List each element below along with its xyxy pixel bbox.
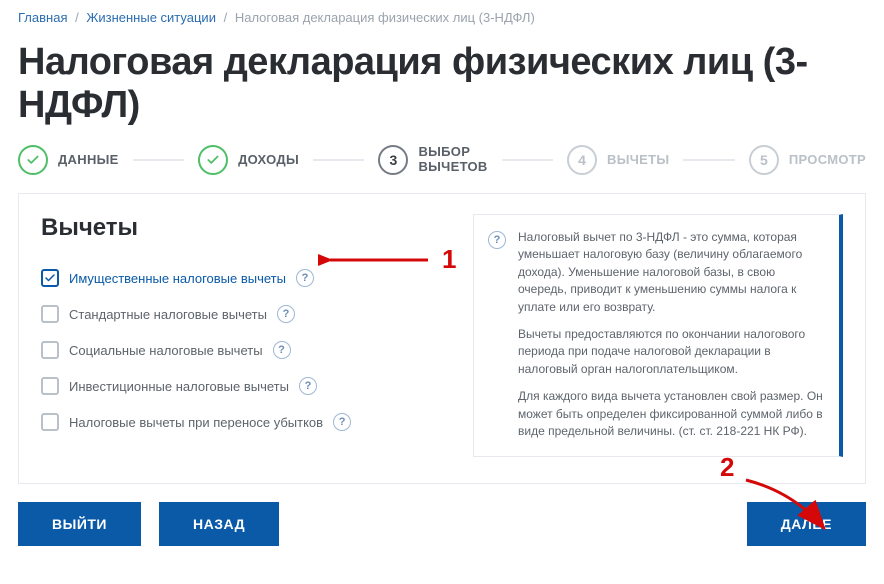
help-icon[interactable]: ? (296, 269, 314, 287)
checkbox[interactable] (41, 341, 59, 359)
step-label: ДОХОДЫ (238, 153, 299, 168)
checkbox-label[interactable]: Социальные налоговые вычеты (69, 343, 263, 358)
step-number: 3 (378, 145, 408, 175)
help-icon[interactable]: ? (299, 377, 317, 395)
deduction-property: Имущественные налоговые вычеты ? (41, 260, 445, 296)
step-connector (502, 159, 553, 161)
breadcrumb: Главная / Жизненные ситуации / Налоговая… (0, 0, 884, 31)
deductions-list: Вычеты Имущественные налоговые вычеты ? … (41, 214, 445, 457)
info-paragraph: Вычеты предоставляются по окончании нало… (518, 326, 823, 378)
breadcrumb-current: Налоговая декларация физических лиц (3-Н… (235, 10, 535, 25)
page-title: Налоговая декларация физических лиц (3-Н… (0, 31, 884, 145)
checkbox[interactable] (41, 269, 59, 287)
step-data[interactable]: ДАННЫЕ (18, 145, 119, 175)
main-panel: Вычеты Имущественные налоговые вычеты ? … (18, 193, 866, 484)
checkbox-label[interactable]: Стандартные налоговые вычеты (69, 307, 267, 322)
breadcrumb-home[interactable]: Главная (18, 10, 67, 25)
check-icon (18, 145, 48, 175)
info-icon: ? (488, 231, 506, 249)
breadcrumb-sep: / (224, 10, 228, 25)
step-label: ДАННЫЕ (58, 153, 119, 168)
help-icon[interactable]: ? (277, 305, 295, 323)
checkbox[interactable] (41, 305, 59, 323)
step-deductions[interactable]: 4 ВЫЧЕТЫ (567, 145, 669, 175)
step-connector (313, 159, 364, 161)
next-button[interactable]: ДАЛЕЕ (747, 502, 866, 546)
step-deduction-choice[interactable]: 3 ВЫБОР ВЫЧЕТОВ (378, 145, 487, 175)
deduction-loss-carryover: Налоговые вычеты при переносе убытков ? (41, 404, 445, 440)
step-income[interactable]: ДОХОДЫ (198, 145, 299, 175)
spacer (297, 502, 729, 546)
deduction-investment: Инвестиционные налоговые вычеты ? (41, 368, 445, 404)
info-text: Налоговый вычет по 3-НДФЛ - это сумма, к… (518, 229, 823, 440)
deduction-social: Социальные налоговые вычеты ? (41, 332, 445, 368)
info-paragraph: Налоговый вычет по 3-НДФЛ - это сумма, к… (518, 229, 823, 316)
section-title: Вычеты (41, 214, 445, 242)
check-icon (198, 145, 228, 175)
step-connector (683, 159, 734, 161)
step-number: 4 (567, 145, 597, 175)
checkbox[interactable] (41, 377, 59, 395)
step-preview[interactable]: 5 ПРОСМОТР (749, 145, 866, 175)
step-connector (133, 159, 184, 161)
help-icon[interactable]: ? (333, 413, 351, 431)
breadcrumb-situations[interactable]: Жизненные ситуации (86, 10, 216, 25)
exit-button[interactable]: ВЫЙТИ (18, 502, 141, 546)
checkbox[interactable] (41, 413, 59, 431)
info-panel: ? Налоговый вычет по 3-НДФЛ - это сумма,… (473, 214, 843, 457)
info-card: ? Налоговый вычет по 3-НДФЛ - это сумма,… (473, 214, 843, 457)
step-label: ВЫЧЕТЫ (607, 153, 669, 168)
checkbox-label[interactable]: Налоговые вычеты при переносе убытков (69, 415, 323, 430)
back-button[interactable]: НАЗАД (159, 502, 279, 546)
step-label: ВЫБОР ВЫЧЕТОВ (418, 145, 487, 175)
info-paragraph: Для каждого вида вычета установлен свой … (518, 388, 823, 440)
step-label: ПРОСМОТР (789, 153, 866, 168)
checkbox-label[interactable]: Имущественные налоговые вычеты (69, 271, 286, 286)
deduction-standard: Стандартные налоговые вычеты ? (41, 296, 445, 332)
step-number: 5 (749, 145, 779, 175)
breadcrumb-sep: / (75, 10, 79, 25)
help-icon[interactable]: ? (273, 341, 291, 359)
button-bar: ВЫЙТИ НАЗАД ДАЛЕЕ (18, 502, 866, 546)
checkbox-label[interactable]: Инвестиционные налоговые вычеты (69, 379, 289, 394)
stepper: ДАННЫЕ ДОХОДЫ 3 ВЫБОР ВЫЧЕТОВ 4 ВЫЧЕТЫ 5… (0, 145, 884, 193)
